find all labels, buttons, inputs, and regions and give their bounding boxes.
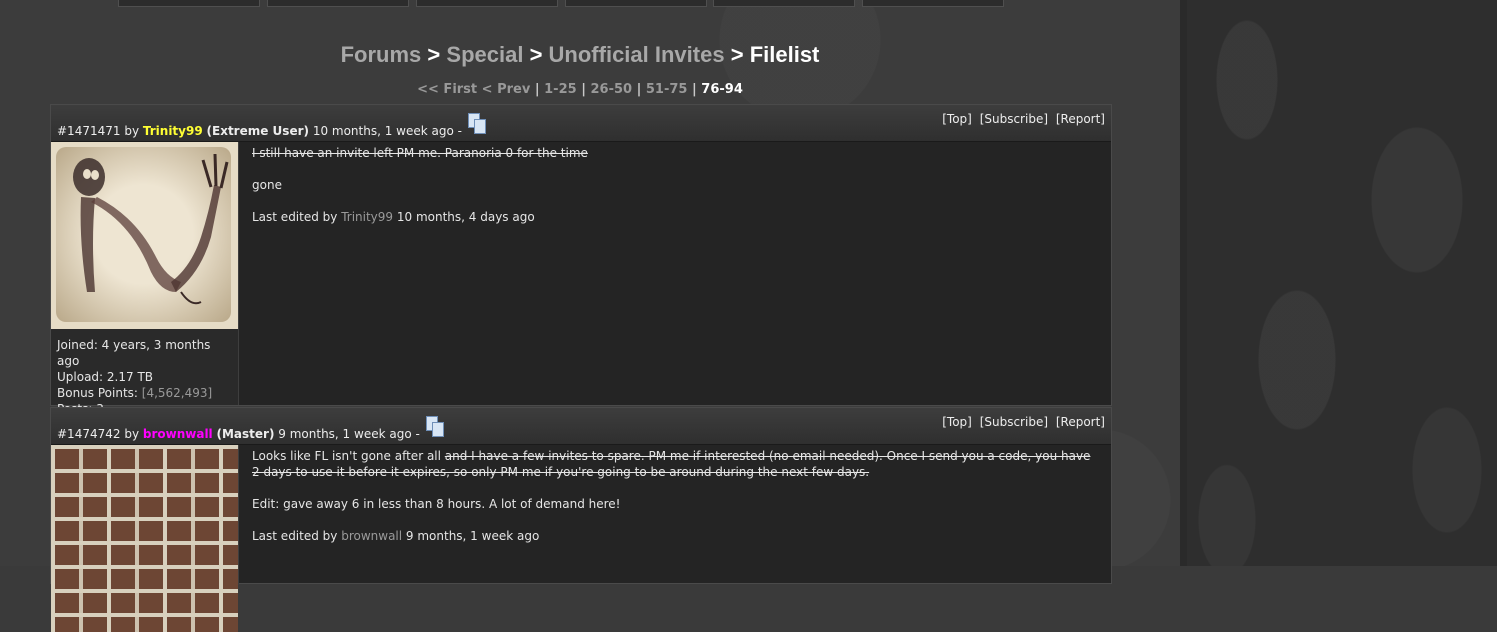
- post-actions: [Top] [Subscribe] [Report]: [938, 415, 1105, 429]
- pagination-divider: |: [692, 82, 697, 97]
- breadcrumb-separator: >: [427, 42, 441, 67]
- breadcrumb-separator: >: [529, 42, 543, 67]
- quote-icon[interactable]: [425, 416, 444, 440]
- post-message: gone: [252, 178, 282, 192]
- pagination-divider: |: [581, 82, 586, 97]
- report-link[interactable]: [Report]: [1056, 112, 1105, 126]
- pagination-first-link[interactable]: << First: [417, 82, 477, 97]
- post-by-label: by: [124, 124, 140, 138]
- pagination-page-51-75[interactable]: 51-75: [646, 82, 688, 97]
- last-edited: Last edited by brownwall 9 months, 1 wee…: [252, 528, 1092, 544]
- joined-date: Joined: 4 years, 3 months ago: [57, 338, 211, 368]
- post-header: #1471471 by Trinity99 (Extreme User) 10 …: [51, 105, 1111, 142]
- post-id-link[interactable]: #1474742: [57, 427, 121, 441]
- post-author-link[interactable]: Trinity99: [143, 124, 203, 138]
- bonus-points: Bonus Points: [4,562,493]: [57, 385, 232, 401]
- forum-post: #1471471 by Trinity99 (Extreme User) 10 …: [50, 104, 1112, 416]
- page-divider: [1180, 0, 1187, 566]
- skeleton-avatar[interactable]: [51, 142, 238, 329]
- struck-text: I still have an invite left PM me. Paran…: [252, 146, 588, 160]
- pagination-prev-link[interactable]: < Prev: [482, 82, 531, 97]
- top-link[interactable]: [Top]: [942, 415, 972, 429]
- post-actions: [Top] [Subscribe] [Report]: [938, 112, 1105, 126]
- post-meta: #1471471 by Trinity99 (Extreme User) 10 …: [57, 113, 486, 138]
- post-by-label: by: [124, 427, 140, 441]
- post-message: Looks like FL isn't gone after all and I…: [252, 448, 1092, 480]
- post-plain-text: Looks like FL isn't gone after all: [252, 449, 445, 463]
- pagination-divider: |: [534, 82, 540, 97]
- forum-content: Forums > Special > Unofficial Invites > …: [0, 0, 1180, 632]
- brick-wall-avatar[interactable]: [51, 445, 238, 632]
- breadcrumb-current: Filelist: [749, 42, 820, 67]
- post-id-link[interactable]: #1471471: [57, 124, 121, 138]
- editor-link[interactable]: brownwall: [341, 529, 402, 543]
- paisley-background: [1187, 0, 1497, 566]
- upload-amount: Upload: 2.17 TB: [57, 370, 153, 384]
- pagination-divider: |: [636, 82, 642, 97]
- post-edit-note: Edit: gave away 6 in less than 8 hours. …: [252, 497, 621, 511]
- post-header: #1474742 by brownwall (Master) 9 months,…: [51, 408, 1111, 445]
- bonus-label: Bonus Points:: [57, 386, 142, 400]
- edited-prefix: Last edited by: [252, 210, 342, 224]
- post-time: 10 months, 1 week ago -: [312, 124, 462, 138]
- pagination-page-26-50[interactable]: 26-50: [591, 82, 633, 97]
- breadcrumb-separator: >: [730, 42, 744, 67]
- report-link[interactable]: [Report]: [1056, 415, 1105, 429]
- post-sidebar: Joined: 4 years, 3 months ago Upload: 2.…: [51, 142, 239, 416]
- post-content: I still have an invite left PM me. Paran…: [239, 142, 602, 405]
- subscribe-link[interactable]: [Subscribe]: [980, 415, 1048, 429]
- post-meta: #1474742 by brownwall (Master) 9 months,…: [57, 416, 444, 441]
- nav-tab-6[interactable]: [862, 0, 1004, 7]
- post-time: 9 months, 1 week ago -: [278, 427, 420, 441]
- post-body: Looks like FL isn't gone after all and I…: [51, 445, 1111, 632]
- bonus-value: [4,562,493]: [141, 386, 213, 400]
- breadcrumb-unofficial-invites-link[interactable]: Unofficial Invites: [549, 42, 725, 67]
- pagination-current-page: 76-94: [701, 82, 743, 97]
- breadcrumb: Forums > Special > Unofficial Invites > …: [0, 42, 1160, 68]
- quote-icon[interactable]: [467, 113, 486, 137]
- post-author-class: (Extreme User): [206, 124, 309, 138]
- top-link[interactable]: [Top]: [942, 112, 972, 126]
- edited-time: 9 months, 1 week ago: [402, 529, 540, 543]
- breadcrumb-forums-link[interactable]: Forums: [341, 42, 422, 67]
- post-author-link[interactable]: brownwall: [143, 427, 213, 441]
- last-edited: Last edited by Trinity99 10 months, 4 da…: [252, 209, 588, 225]
- nav-tab-4[interactable]: [565, 0, 707, 7]
- post-content: Looks like FL isn't gone after all and I…: [239, 445, 1106, 585]
- edited-prefix: Last edited by: [252, 529, 342, 543]
- pagination-page-1-25[interactable]: 1-25: [544, 82, 577, 97]
- subscribe-link[interactable]: [Subscribe]: [980, 112, 1048, 126]
- post-author-class: (Master): [216, 427, 275, 441]
- post-body: Joined: 4 years, 3 months ago Upload: 2.…: [51, 142, 1111, 416]
- breadcrumb-special-link[interactable]: Special: [446, 42, 523, 67]
- nav-tab-2[interactable]: [267, 0, 409, 7]
- edited-time: 10 months, 4 days ago: [393, 210, 535, 224]
- nav-tab-3[interactable]: [416, 0, 558, 7]
- post-sidebar: [51, 445, 239, 632]
- pagination: << First < Prev | 1-25 | 26-50 | 51-75 |…: [0, 82, 1160, 97]
- editor-link[interactable]: Trinity99: [341, 210, 393, 224]
- nav-tab-1[interactable]: [118, 0, 260, 7]
- forum-post: #1474742 by brownwall (Master) 9 months,…: [50, 407, 1112, 632]
- nav-tab-5[interactable]: [713, 0, 855, 7]
